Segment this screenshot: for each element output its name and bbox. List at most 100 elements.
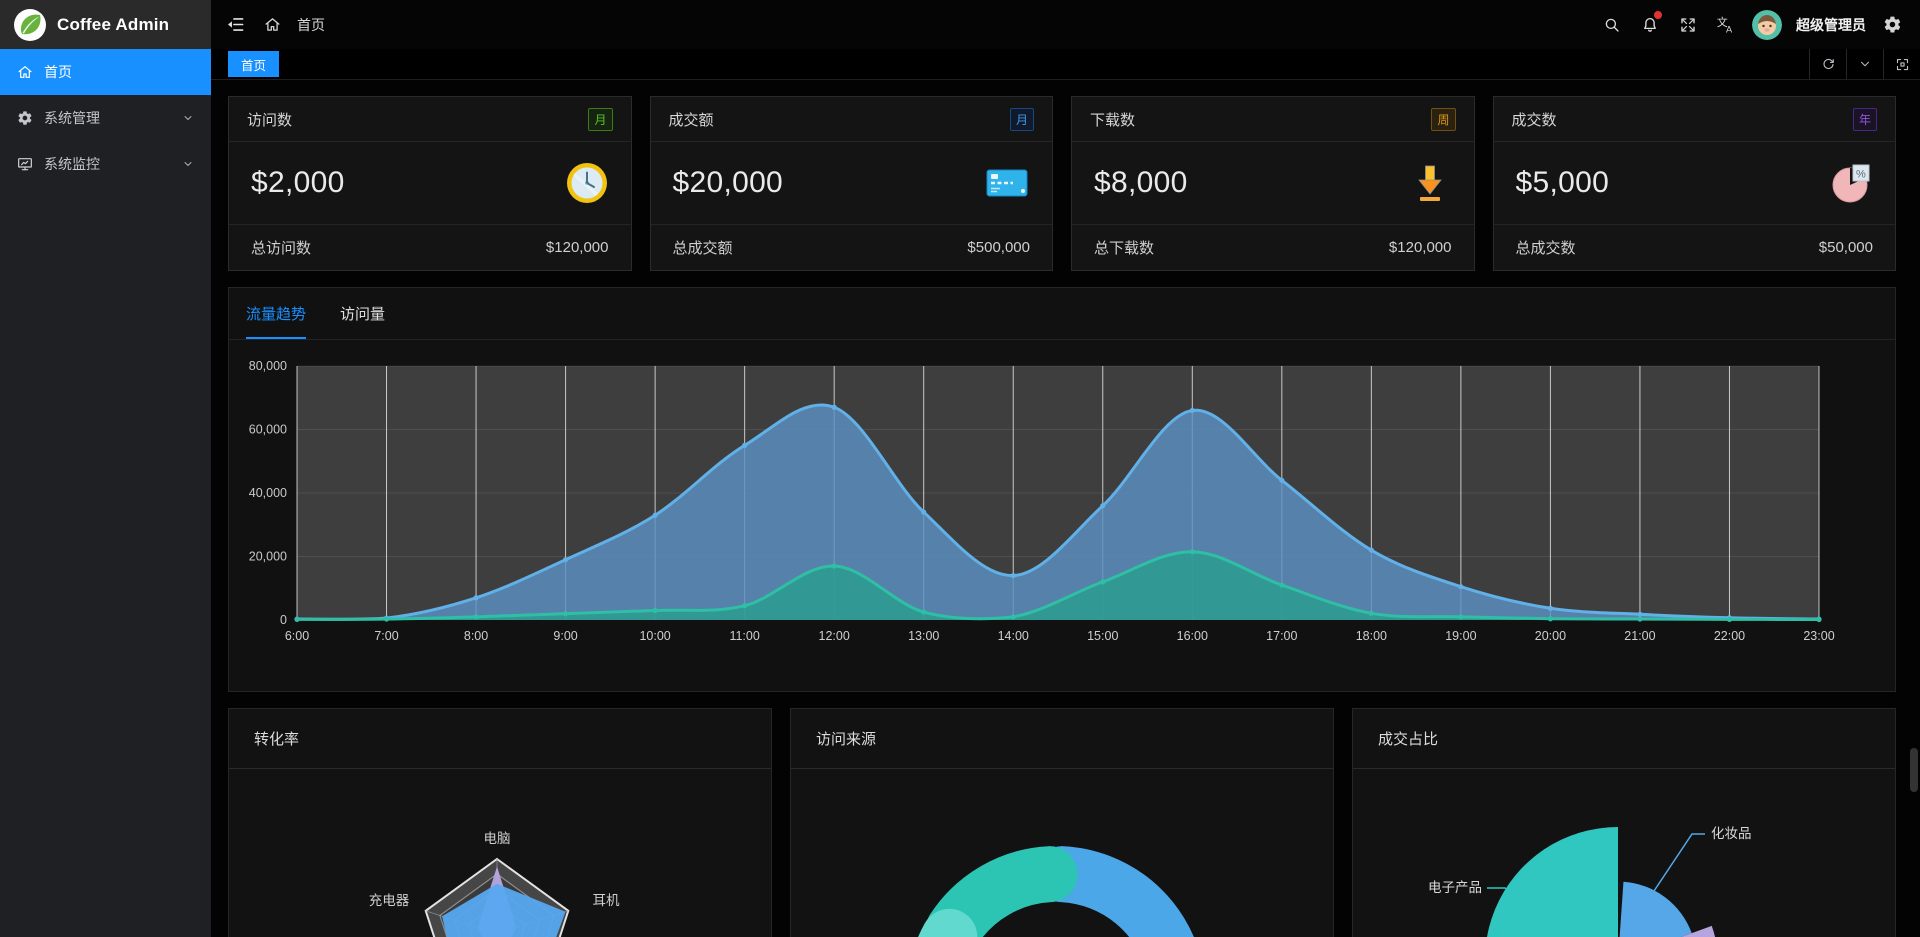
avatar[interactable]: [1752, 10, 1782, 40]
card-title: 成交额: [669, 109, 714, 130]
panel-title: 转化率: [229, 709, 771, 769]
svg-text:80,000: 80,000: [249, 359, 287, 373]
home-icon: [17, 64, 33, 80]
content: 访问数 月 $2,000: [211, 80, 1920, 937]
svg-text:9:00: 9:00: [553, 629, 577, 643]
topbar: 首页: [211, 0, 1920, 49]
tag-tabbar: 首页: [211, 49, 1920, 80]
stat-card-downloads[interactable]: 下载数 周 $8,000: [1071, 96, 1475, 271]
card-footer-label: 总下载数: [1094, 237, 1154, 258]
main-area: 首页: [211, 0, 1920, 937]
svg-text:13:00: 13:00: [908, 629, 939, 643]
period-badge: 月: [588, 108, 612, 131]
svg-text:6:00: 6:00: [285, 629, 309, 643]
clock-icon: [565, 161, 609, 205]
settings-gear-icon[interactable]: [1880, 13, 1904, 37]
svg-text:电子产品: 电子产品: [1428, 880, 1482, 895]
panel-title: 成交占比: [1353, 709, 1895, 769]
card-title: 成交数: [1512, 109, 1557, 130]
chevron-down-icon: [182, 112, 194, 124]
translate-icon[interactable]: 文 A: [1714, 13, 1738, 37]
traffic-trend-area-chart: 0 20,000 40,000 60,000 80,000 6:00 7:00 8:00 9:0…: [229, 344, 1865, 680]
period-badge: 年: [1853, 108, 1877, 131]
refresh-icon[interactable]: [1809, 49, 1846, 79]
panel-title: 访问来源: [791, 709, 1333, 769]
sidebar-item-home[interactable]: 首页: [0, 49, 211, 95]
sidebar-item-system-management[interactable]: 系统管理: [0, 95, 211, 141]
card-footer-label: 总成交额: [673, 237, 733, 258]
svg-text:60,000: 60,000: [249, 423, 287, 437]
svg-text:7:00: 7:00: [374, 629, 398, 643]
svg-text:23:00: 23:00: [1803, 629, 1834, 643]
visit-sources-donut-chart: [791, 769, 1333, 937]
breadcrumb[interactable]: 首页: [297, 15, 325, 35]
stat-card-visits[interactable]: 访问数 月 $2,000: [228, 96, 632, 271]
bell-icon[interactable]: [1638, 13, 1662, 37]
svg-text:电脑: 电脑: [484, 831, 511, 846]
fullscreen-icon[interactable]: [1676, 13, 1700, 37]
brand-title: Coffee Admin: [57, 15, 169, 35]
card-footer-label: 总访问数: [251, 237, 311, 258]
stat-card-deals[interactable]: 成交数 年 $5,000 %: [1493, 96, 1897, 271]
svg-text:10:00: 10:00: [639, 629, 670, 643]
svg-text:%: %: [1856, 169, 1866, 181]
period-badge: 周: [1431, 108, 1455, 131]
sidebar: Coffee Admin 首页 系统管理: [0, 0, 211, 937]
page-scrollbar-thumb[interactable]: [1910, 748, 1918, 792]
svg-text:11:00: 11:00: [729, 629, 759, 643]
leaf-logo-icon: [13, 8, 47, 42]
card-value: $8,000: [1094, 166, 1188, 200]
credit-card-icon: [984, 161, 1030, 205]
deal-share-pie-chart: 电子产品 化妆品: [1353, 769, 1895, 937]
sidebar-item-label: 首页: [44, 62, 72, 82]
card-title: 下载数: [1090, 109, 1135, 130]
deal-share-panel: 成交占比 电子产品 化妆品: [1352, 708, 1896, 937]
chevron-down-icon[interactable]: [1846, 49, 1883, 79]
user-name[interactable]: 超级管理员: [1796, 15, 1866, 35]
fold-sidebar-icon[interactable]: [223, 13, 247, 37]
svg-text:20,000: 20,000: [249, 550, 287, 564]
visit-sources-panel: 访问来源: [790, 708, 1334, 937]
svg-text:耳机: 耳机: [593, 893, 621, 908]
card-value: $2,000: [251, 166, 345, 200]
stat-cards-row: 访问数 月 $2,000: [228, 96, 1896, 271]
svg-text:15:00: 15:00: [1087, 629, 1118, 643]
conversion-radar-chart: 电脑耳机 充电器: [229, 769, 771, 937]
sidebar-item-system-monitor[interactable]: 系统监控: [0, 141, 211, 187]
search-icon[interactable]: [1600, 13, 1624, 37]
tab-visit-volume[interactable]: 访问量: [340, 303, 385, 339]
notification-badge: [1654, 11, 1662, 19]
svg-text:0: 0: [280, 613, 287, 627]
svg-text:8:00: 8:00: [464, 629, 488, 643]
svg-text:18:00: 18:00: [1356, 629, 1387, 643]
card-footer-value: $120,000: [1389, 239, 1452, 256]
svg-text:40,000: 40,000: [249, 486, 287, 500]
card-title: 访问数: [247, 109, 292, 130]
monitor-icon: [17, 156, 33, 172]
trend-tabs: 流量趋势 访问量: [229, 288, 1895, 340]
sidebar-item-label: 系统管理: [44, 108, 100, 128]
card-value: $20,000: [673, 166, 784, 200]
tab-traffic-trend[interactable]: 流量趋势: [246, 303, 306, 339]
svg-text:充电器: 充电器: [369, 893, 410, 908]
conversion-rate-panel: 转化率 电脑耳机 充电器: [228, 708, 772, 937]
chevron-down-icon: [182, 158, 194, 170]
svg-text:14:00: 14:00: [998, 629, 1029, 643]
svg-text:19:00: 19:00: [1445, 629, 1476, 643]
dashboard-page: Coffee Admin 首页 系统管理: [0, 0, 1920, 937]
svg-text:化妆品: 化妆品: [1711, 826, 1752, 841]
bottom-panels-row: 转化率 电脑耳机 充电器 访问来源 成交占比 电子产品 化妆品: [228, 708, 1896, 937]
maximize-icon[interactable]: [1883, 49, 1920, 79]
period-badge: 月: [1010, 108, 1034, 131]
svg-text:20:00: 20:00: [1535, 629, 1566, 643]
download-icon: [1408, 161, 1452, 205]
sidebar-item-label: 系统监控: [44, 154, 100, 174]
svg-text:22:00: 22:00: [1714, 629, 1745, 643]
svg-text:A: A: [1726, 24, 1733, 34]
breadcrumb-home-icon[interactable]: [260, 13, 284, 37]
stat-card-turnover[interactable]: 成交额 月 $20,000: [650, 96, 1054, 271]
gear-icon: [17, 110, 33, 126]
tab-home[interactable]: 首页: [228, 51, 279, 77]
logo-bar: Coffee Admin: [0, 0, 211, 49]
card-footer-label: 总成交数: [1516, 237, 1576, 258]
